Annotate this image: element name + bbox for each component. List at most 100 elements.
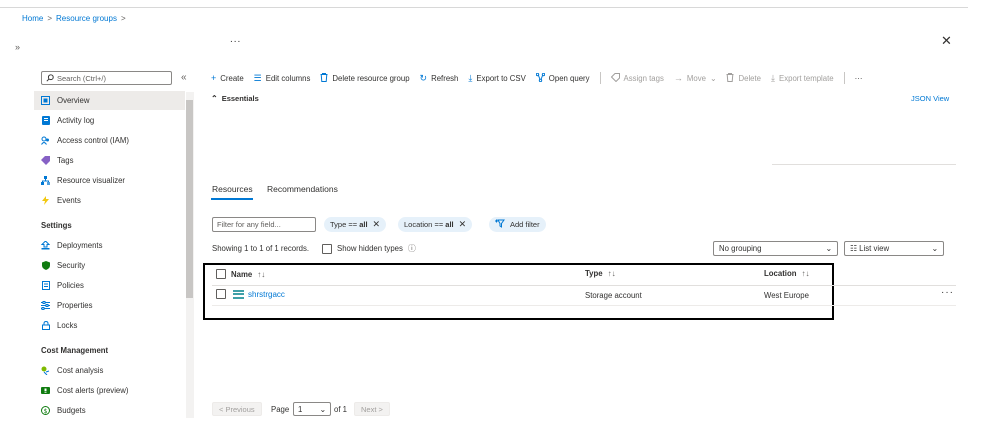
command-bar: + Create ☰ Edit columns Delete resource … — [211, 72, 872, 84]
tab-resources[interactable]: Resources — [212, 184, 253, 194]
remove-type-filter-icon[interactable]: ✕ — [373, 219, 381, 230]
collapse-sidebar-icon[interactable]: « — [181, 72, 187, 83]
chevron-up-icon: ⌃ — [211, 94, 218, 103]
show-hidden-types[interactable]: Show hidden types ⓘ — [322, 243, 416, 254]
location-filter-label: Location == — [404, 220, 446, 229]
resource-name-link[interactable]: shrstrgacc — [248, 290, 285, 299]
essentials-toggle[interactable]: ⌃ Essentials — [211, 94, 259, 103]
delete-resource-group-button[interactable]: Delete resource group — [320, 72, 410, 84]
export-csv-button[interactable]: ⤓ Export to CSV — [468, 73, 525, 84]
overview-icon — [41, 96, 50, 105]
row-divider — [212, 305, 956, 306]
chevron-down-icon: ⌄ — [825, 244, 832, 253]
table-row: shrstrgacc — [216, 289, 285, 299]
json-view-link[interactable]: JSON View — [911, 94, 949, 103]
sidebar-item-access-control[interactable]: Access control (IAM) — [34, 131, 185, 150]
search-icon — [46, 74, 54, 82]
column-label-type: Type — [585, 269, 603, 278]
add-filter-button[interactable]: Add filter — [489, 217, 546, 232]
sidebar-item-policies[interactable]: Policies — [34, 276, 185, 295]
info-icon[interactable]: ⓘ — [408, 243, 416, 254]
export-template-button[interactable]: ⤓ Export template — [771, 73, 834, 84]
show-hidden-label: Show hidden types — [337, 244, 403, 253]
assign-tags-button[interactable]: Assign tags — [610, 72, 664, 84]
sidebar-item-events[interactable]: Events — [34, 191, 185, 210]
sidebar-item-label: Tags — [57, 156, 74, 165]
page-total: of 1 — [334, 405, 348, 414]
sidebar-search-input[interactable]: Search (Ctrl+/) — [41, 71, 172, 85]
breadcrumb-resource-groups[interactable]: Resource groups — [56, 14, 117, 23]
breadcrumb-home[interactable]: Home — [22, 14, 43, 23]
resource-location-cell: West Europe — [764, 291, 809, 300]
sidebar-item-label: Cost analysis — [57, 366, 104, 375]
table-header-divider — [212, 285, 956, 286]
sidebar-item-label: Activity log — [57, 116, 95, 125]
sidebar-item-deployments[interactable]: Deployments — [34, 236, 185, 255]
lock-icon — [41, 321, 50, 330]
open-query-button[interactable]: Open query — [535, 72, 590, 84]
sort-icon: ↑↓ — [257, 269, 266, 279]
sidebar-item-activity-log[interactable]: Activity log — [34, 111, 185, 130]
column-header-type[interactable]: Type ↑↓ — [585, 269, 616, 278]
column-header-location[interactable]: Location ↑↓ — [764, 269, 810, 278]
page-label: Page — [271, 405, 290, 414]
move-button[interactable]: → Move ⌄ — [674, 73, 717, 83]
records-count: Showing 1 to 1 of 1 records. — [212, 244, 310, 253]
toolbar-more-button[interactable]: ··· — [855, 74, 863, 83]
page-dropdown[interactable]: 1 ⌄ — [293, 402, 331, 416]
next-page-button[interactable]: Next > — [354, 402, 390, 416]
sidebar-item-overview[interactable]: Overview — [34, 91, 185, 110]
breadcrumb-separator: > — [120, 14, 126, 23]
row-more-icon[interactable]: ··· — [941, 287, 954, 298]
expand-sidebar-icon[interactable]: » — [15, 42, 20, 52]
view-dropdown[interactable]: ☷ List view ⌄ — [844, 241, 944, 256]
sidebar-item-tags[interactable]: Tags — [34, 151, 185, 170]
refresh-button[interactable]: ↻ Refresh — [420, 73, 459, 84]
toolbar-divider — [599, 72, 601, 84]
create-button[interactable]: + Create — [211, 73, 244, 83]
column-label-name: Name — [231, 269, 253, 279]
sidebar-item-label: Overview — [57, 96, 90, 105]
row-checkbox[interactable] — [216, 289, 226, 299]
sidebar-item-label: Policies — [57, 281, 84, 290]
edit-columns-button[interactable]: ☰ Edit columns — [254, 73, 311, 84]
remove-location-filter-icon[interactable]: ✕ — [459, 219, 467, 230]
select-all-checkbox[interactable] — [216, 269, 226, 279]
type-filter-value: all — [359, 220, 368, 229]
add-filter-icon — [495, 219, 505, 230]
previous-page-button[interactable]: < Previous — [212, 402, 262, 416]
breadcrumb-separator: > — [47, 14, 53, 23]
sidebar-item-budgets[interactable]: $ Budgets — [34, 401, 185, 420]
type-filter-pill[interactable]: Type == all ✕ — [324, 217, 387, 232]
more-icon: ··· — [854, 73, 863, 83]
grouping-dropdown[interactable]: No grouping ⌄ — [713, 241, 838, 256]
list-view-icon: ☷ — [850, 244, 857, 253]
sidebar-scrollbar-thumb[interactable] — [186, 100, 193, 298]
properties-icon — [41, 301, 50, 310]
active-tab-indicator — [211, 198, 253, 200]
sidebar-item-label: Budgets — [57, 406, 86, 415]
sidebar-item-resource-visualizer[interactable]: Resource visualizer — [34, 171, 185, 190]
budget-icon: $ — [41, 406, 50, 415]
close-icon[interactable]: ✕ — [941, 33, 952, 49]
download-icon: ⤓ — [771, 72, 776, 83]
deploy-icon — [41, 241, 50, 250]
policy-icon — [41, 281, 50, 290]
svg-text:$: $ — [44, 408, 48, 415]
sidebar-item-security[interactable]: Security — [34, 256, 185, 275]
sidebar-item-locks[interactable]: Locks — [34, 316, 185, 335]
show-hidden-checkbox[interactable] — [322, 243, 332, 254]
trash-icon — [320, 72, 328, 84]
location-filter-pill[interactable]: Location == all ✕ — [398, 217, 473, 232]
sidebar-item-properties[interactable]: Properties — [34, 296, 185, 315]
sidebar-item-cost-analysis[interactable]: Cost analysis — [34, 361, 185, 380]
column-header-name[interactable]: Name ↑↓ — [216, 269, 265, 279]
sort-icon: ↑↓ — [801, 269, 810, 278]
tab-recommendations[interactable]: Recommendations — [267, 184, 338, 194]
chevron-down-icon: ⌄ — [709, 73, 717, 83]
sidebar-item-cost-alerts[interactable]: Cost alerts (preview) — [34, 381, 185, 400]
filter-field-input[interactable]: Filter for any field... — [212, 217, 316, 232]
tag-icon — [41, 156, 50, 165]
delete-button[interactable]: Delete — [726, 72, 761, 84]
title-more-icon[interactable]: ... — [230, 34, 241, 45]
